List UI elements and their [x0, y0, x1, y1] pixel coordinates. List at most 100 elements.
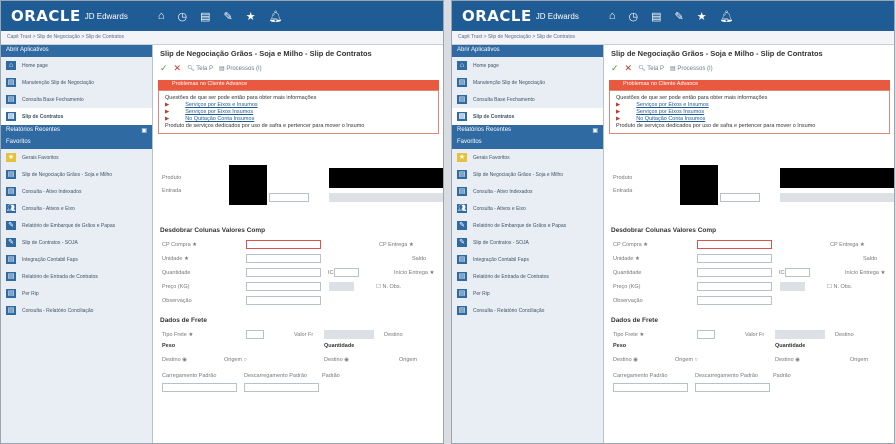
- favorite-item[interactable]: ▤ Relatório de Entrada de Contratos: [1, 268, 152, 285]
- recent-reports-header[interactable]: Relatórios Recentes ▣: [1, 125, 152, 137]
- open-apps-header[interactable]: Abrir Aplicativos: [452, 45, 603, 57]
- unidade-field[interactable]: [246, 254, 321, 263]
- peso-origem-radio[interactable]: Origem ○: [675, 357, 698, 363]
- oracle-logo[interactable]: ORACLE: [11, 7, 81, 25]
- descarregamento-field[interactable]: [244, 383, 319, 392]
- edit-icon[interactable]: ✎: [675, 10, 684, 23]
- clock-icon[interactable]: ◷: [629, 10, 639, 23]
- favorite-item[interactable]: ★ Gerais Favoritos: [452, 149, 603, 166]
- error-link-2[interactable]: Serviços por Eixos Insumos: [636, 109, 704, 115]
- quantidade-field[interactable]: [246, 268, 321, 277]
- favorite-label: Gerais Favoritos: [22, 154, 59, 161]
- sidebar-item[interactable]: ▤ Manutenção Slip de Negociação: [1, 74, 152, 91]
- bell-icon[interactable]: 🔔︎: [720, 10, 734, 23]
- sidebar-item[interactable]: ▤ Consulta Base Fechamento: [452, 91, 603, 108]
- favorite-item[interactable]: ▤ Slip de Negociação Grãos - Soja e Milho: [452, 166, 603, 183]
- preco-field[interactable]: [697, 282, 772, 291]
- favorite-item[interactable]: ▤ Slip de Negociação Grãos - Soja e Milho: [1, 166, 152, 183]
- favorite-item[interactable]: ★ Gerais Favoritos: [1, 149, 152, 166]
- favorite-item[interactable]: ✎ Slip de Contratos - SOJA: [452, 234, 603, 251]
- sidebar-item[interactable]: ⌂ Home page: [452, 57, 603, 74]
- home-icon[interactable]: ⌂: [609, 10, 616, 23]
- bell-icon[interactable]: 🔔︎: [269, 10, 283, 23]
- favorite-item[interactable]: ▤ Consulta - Relatório Conciliação: [1, 302, 152, 319]
- open-apps-header[interactable]: Abrir Aplicativos: [1, 45, 152, 57]
- favorite-item[interactable]: ✎ Relatório de Embarque de Grãos e Papas: [1, 217, 152, 234]
- cp-compra-field[interactable]: [246, 240, 321, 249]
- find-button[interactable]: 🔍︎ Tela P: [638, 65, 664, 72]
- grid-icon[interactable]: ▤: [200, 10, 210, 23]
- favorites-header[interactable]: Favoritos: [1, 137, 152, 149]
- sidebar-item[interactable]: ▤ Slip de Contratos: [452, 108, 603, 125]
- star-icon[interactable]: ★: [697, 10, 707, 23]
- sidebar-item[interactable]: ▤ Slip de Contratos: [1, 108, 152, 125]
- oracle-logo[interactable]: ORACLE: [462, 7, 532, 25]
- edit-icon[interactable]: ✎: [224, 10, 233, 23]
- tipo-frete-field[interactable]: [697, 330, 715, 339]
- entrada-field[interactable]: [269, 193, 309, 202]
- qtd-origem-radio[interactable]: Origem: [850, 357, 868, 363]
- clock-icon[interactable]: ◷: [178, 10, 188, 23]
- breadcrumb[interactable]: Capit Trust > Slip de Negociação > Slip …: [452, 31, 894, 45]
- favorite-item[interactable]: ▤ Consulta - Ativo Indexados: [1, 183, 152, 200]
- cancel-icon[interactable]: ✕: [174, 63, 182, 74]
- tipo-frete-field[interactable]: [246, 330, 264, 339]
- icms-field[interactable]: [334, 268, 359, 277]
- sidebar-item[interactable]: ⌂ Home page: [1, 57, 152, 74]
- ok-icon[interactable]: ✓: [160, 63, 168, 74]
- qtd-origem-radio[interactable]: Origem: [399, 357, 417, 363]
- open-apps-list: ⌂ Home page ▤ Manutenção Slip de Negociação…: [452, 57, 603, 125]
- favorite-item[interactable]: ▤ Relatório de Entrada de Contratos: [452, 268, 603, 285]
- qtd-destino-radio[interactable]: Destino ◉: [324, 357, 349, 363]
- error-link-1[interactable]: Serviços por Eixos e Insumos: [185, 102, 257, 108]
- unidade-field[interactable]: [697, 254, 772, 263]
- favorite-label: Consulta - Ativos e Eixo: [473, 205, 526, 212]
- cp-compra-field[interactable]: [697, 240, 772, 249]
- recent-reports-header[interactable]: Relatórios Recentes ▣: [452, 125, 603, 137]
- peso-destino-radio[interactable]: Destino ◉: [162, 357, 187, 363]
- observacao-field[interactable]: [246, 296, 321, 305]
- error-link-3[interactable]: No Quitação Conta Insumos: [636, 116, 705, 122]
- grid-icon[interactable]: ▤: [651, 10, 661, 23]
- error-link-2[interactable]: Serviços por Eixos Insumos: [185, 109, 253, 115]
- cancel-icon[interactable]: ✕: [625, 63, 633, 74]
- error-banner[interactable]: Problemas no Cliente Advance: [609, 80, 890, 90]
- error-link-3[interactable]: No Quitação Conta Insumos: [185, 116, 254, 122]
- error-banner[interactable]: Problemas no Cliente Advance: [158, 80, 439, 90]
- home-icon[interactable]: ⌂: [158, 10, 165, 23]
- carregamento-field[interactable]: [162, 383, 237, 392]
- favorite-item[interactable]: ▤ Per Rip: [1, 285, 152, 302]
- star-icon[interactable]: ★: [246, 10, 256, 23]
- observacao-field[interactable]: [697, 296, 772, 305]
- n-obs-label[interactable]: ☐ N. Obs.: [376, 284, 401, 290]
- qtd-destino-radio[interactable]: Destino ◉: [775, 357, 800, 363]
- forms-button[interactable]: ▤ Processos (I): [670, 65, 713, 72]
- favorite-item[interactable]: ▤ Consulta - Ativo Indexados: [452, 183, 603, 200]
- descarregamento-field[interactable]: [695, 383, 770, 392]
- error-link-1[interactable]: Serviços por Eixos e Insumos: [636, 102, 708, 108]
- ok-icon[interactable]: ✓: [611, 63, 619, 74]
- favorites-header[interactable]: Favoritos: [452, 137, 603, 149]
- favorite-item[interactable]: 👥︎ Consulta - Ativos e Eixo: [1, 200, 152, 217]
- sidebar-item[interactable]: ▤ Manutenção Slip de Negociação: [452, 74, 603, 91]
- favorite-item[interactable]: ▤ Per Rip: [452, 285, 603, 302]
- find-button[interactable]: 🔍︎ Tela P: [187, 65, 213, 72]
- forms-button[interactable]: ▤ Processos (I): [219, 65, 262, 72]
- entrada-field[interactable]: [720, 193, 760, 202]
- peso-origem-radio[interactable]: Origem ○: [224, 357, 247, 363]
- breadcrumb[interactable]: Capit Trust > Slip de Negociação > Slip …: [1, 31, 443, 45]
- icms-field[interactable]: [785, 268, 810, 277]
- favorite-item[interactable]: ▤ Consulta - Relatório Conciliação: [452, 302, 603, 319]
- favorite-item[interactable]: ✎ Slip de Contratos - SOJA: [1, 234, 152, 251]
- favorite-item[interactable]: ▤ Integração Contabil Faps: [1, 251, 152, 268]
- favorite-item[interactable]: 👥︎ Consulta - Ativos e Eixo: [452, 200, 603, 217]
- preco-field[interactable]: [246, 282, 321, 291]
- sidebar-item[interactable]: ▤ Consulta Base Fechamento: [1, 91, 152, 108]
- favorite-item[interactable]: ▤ Integração Contabil Faps: [452, 251, 603, 268]
- peso-destino-radio[interactable]: Destino ◉: [613, 357, 638, 363]
- section-frete: Dados de Frete: [160, 317, 207, 324]
- favorite-item[interactable]: ✎ Relatório de Embarque de Grãos e Papas: [452, 217, 603, 234]
- carregamento-field[interactable]: [613, 383, 688, 392]
- quantidade-field[interactable]: [697, 268, 772, 277]
- n-obs-label[interactable]: ☐ N. Obs.: [827, 284, 852, 290]
